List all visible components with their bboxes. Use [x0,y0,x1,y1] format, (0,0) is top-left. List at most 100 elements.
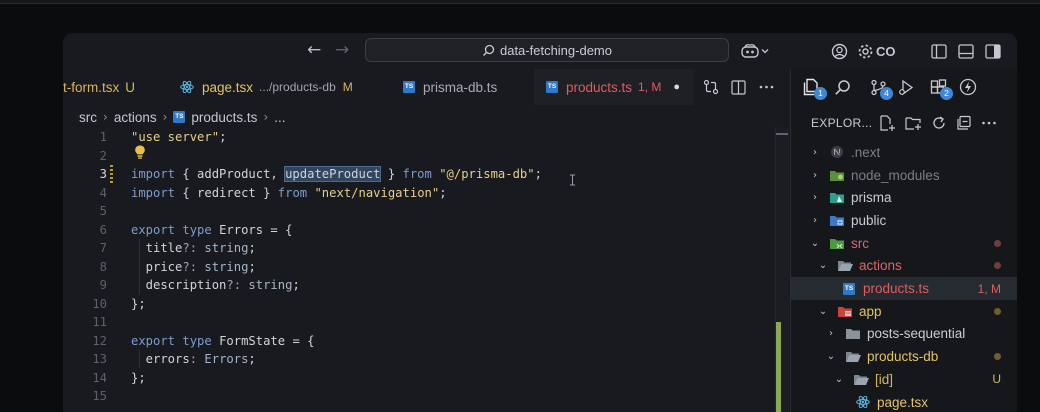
line-number-gutter: 1 2 3 4 5 6 7 8 9 10 11 12 13 14 15 [63,127,107,412]
tab-label: products.ts [566,79,633,95]
new-folder-icon[interactable] [905,115,922,131]
tab-label: prisma-db.ts [423,79,498,95]
line-number: 9 [99,278,107,292]
code-token: price [131,259,183,274]
collapse-all-icon[interactable] [956,115,972,131]
tree-item-label: page.tsx [877,394,929,410]
operator-token: ?: [226,278,242,292]
compare-changes-button[interactable] [703,79,719,95]
tree-item-products-db[interactable]: ⌄ products-db [791,345,1017,368]
tree-item-next[interactable]: › .next [791,141,1017,164]
line-number: 11 [92,315,107,329]
keyword-token: export [131,222,176,237]
tree-item-id[interactable]: ⌄ [id] U [791,368,1017,391]
tab-page-tsx[interactable]: page.tsx .../products-db M [175,69,387,105]
operator-token: ?: [182,241,198,255]
tab-label: t-form.tsx [63,79,120,95]
tree-item-node-modules[interactable]: › node_modules [791,164,1017,187]
node-folder-icon [829,168,845,182]
secondary-sidebar: 1 4 2 EXPLOR... › .next › node_modules ›… [790,69,1017,412]
typescript-icon: TS [546,81,558,93]
new-file-icon[interactable] [879,115,896,131]
tree-item-src[interactable]: ⌄ src [791,232,1017,255]
explorer-view-button[interactable]: 1 [799,74,827,100]
code-token: ; [248,241,256,255]
tree-item-public[interactable]: › public [791,209,1017,232]
untracked-badge: U [992,372,1001,387]
copilot-menu[interactable] [740,41,770,61]
chevron-right-icon: › [162,110,168,124]
text-cursor-icon [570,174,575,186]
folder-open-icon [845,350,861,364]
tab-prisma-db-ts[interactable]: TS prisma-db.ts [403,69,533,105]
line-number: 8 [99,259,107,274]
code-line-7: title?: string; [131,239,256,258]
tree-item-label: products.ts [863,281,930,297]
toggle-secondary-sidebar-button[interactable] [985,41,1001,61]
code-token: }; [131,296,146,311]
code-line-13: errors: Errors; [131,350,256,369]
status-dot [994,353,1001,361]
copilot-icon [741,44,759,58]
line-number-current: 3 [99,167,107,181]
gear-icon [858,44,873,58]
chevron-down-icon [761,49,769,54]
keyword-token: export [131,333,176,348]
command-center-search[interactable]: data-fetching-demo [365,38,729,62]
settings-button[interactable]: CO [857,41,896,61]
account-button[interactable] [831,41,848,61]
chevron-right-icon: › [829,328,833,340]
forward-arrow-icon[interactable]: → [335,40,349,60]
react-icon [180,80,194,94]
breadcrumb-item-symbol[interactable]: ... [274,110,285,125]
panel-bottom-icon [958,43,974,59]
sidebar-left-icon [931,43,947,59]
toggle-primary-sidebar-button[interactable] [931,41,947,61]
tree-item-app[interactable]: ⌄ app [791,300,1017,323]
split-editor-button[interactable] [731,79,746,95]
line-number: 12 [92,333,107,348]
breadcrumb-item-src[interactable]: src [79,110,97,125]
code-editor[interactable]: 1 2 3 4 5 6 7 8 9 10 11 12 13 14 15 "use… [63,127,790,412]
breadcrumb-item-actions[interactable]: actions [114,110,157,125]
selected-token: updateProduct [284,166,382,182]
operator-token: : [189,352,198,366]
tree-item-page-tsx[interactable]: page.tsx [791,391,1017,412]
refresh-icon[interactable] [931,115,947,131]
toggle-panel-button[interactable] [958,41,974,61]
tree-item-actions[interactable]: ⌄ actions [791,255,1017,278]
extensions-view-button[interactable]: 2 [925,74,953,100]
search-view-button[interactable] [829,74,855,100]
chevron-right-icon: › [263,110,269,124]
breadcrumb-item-file[interactable]: products.ts [191,110,257,125]
code-line-3: import { addProduct, updateProduct } fro… [131,165,542,184]
code-token: ; [439,185,447,200]
tree-item-posts-sequential[interactable]: › posts-sequential [791,323,1017,346]
type-token: Errors [204,352,249,366]
editor-actions [703,69,774,105]
keyword-token: import [131,167,176,181]
thunder-client-view-button[interactable] [955,74,981,100]
source-control-view-button[interactable]: 4 [865,74,893,100]
more-options-icon[interactable] [981,115,997,131]
folder-open-icon [853,372,869,386]
modified-dot-icon[interactable]: ● [673,81,680,93]
react-icon [855,395,871,409]
tree-item-products-ts[interactable]: TS products.ts 1, M [791,277,1017,300]
run-debug-view-button[interactable] [893,74,919,100]
operator-token: ?: [182,259,198,274]
code-token: ; [534,167,542,181]
tab-products-ts[interactable]: TS products.ts 1, M ● [534,69,693,105]
chevron-right-icon: › [813,214,817,226]
tab-path: .../products-db [259,80,336,94]
tab-form-tsx[interactable]: t-form.tsx U [63,69,157,105]
back-arrow-icon[interactable]: ← [307,40,321,60]
code-line-4: import { redirect } from "next/navigatio… [131,184,447,203]
more-actions-button[interactable] [759,85,774,89]
line-number: 1 [99,130,107,144]
code-token: } [380,167,403,181]
activity-bar: 1 4 2 [791,69,1017,105]
tree-item-prisma[interactable]: › prisma [791,186,1017,209]
app-folder-icon [837,304,853,318]
code-token: ; [248,352,256,366]
